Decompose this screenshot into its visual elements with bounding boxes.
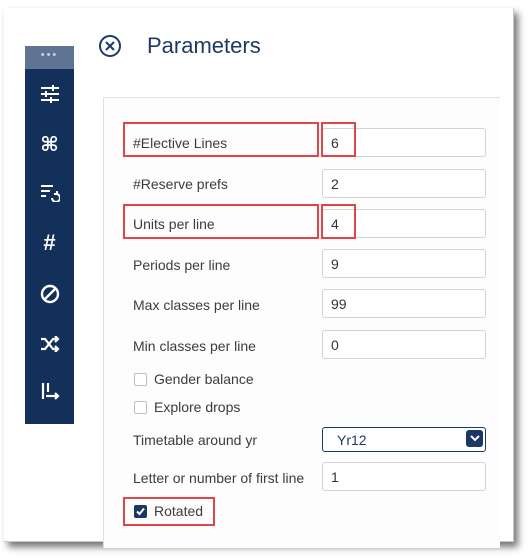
explore-drops-label: Explore drops (154, 399, 241, 415)
periods-per-line-input[interactable]: 9 (322, 249, 486, 278)
first-line-input[interactable]: 1 (322, 462, 486, 491)
timetable-around-select[interactable]: Yr12 (322, 427, 486, 452)
close-button[interactable] (99, 35, 121, 57)
close-icon (105, 41, 115, 51)
highlight-box (123, 497, 215, 526)
sort-swap-icon[interactable] (25, 379, 74, 405)
max-classes-input[interactable]: 99 (322, 289, 486, 318)
reserve-prefs-input[interactable]: 2 (322, 169, 486, 198)
timetable-around-label: Timetable around yr (133, 432, 257, 448)
gender-balance-checkbox[interactable] (134, 373, 147, 386)
sidebar: ••• ⌘ # (25, 46, 74, 424)
min-classes-label: Min classes per line (133, 338, 256, 354)
max-classes-label: Max classes per line (133, 297, 260, 313)
highlight-box (123, 122, 319, 157)
shuffle-icon[interactable] (25, 331, 74, 357)
first-line-label: Letter or number of first line (133, 470, 305, 486)
reserve-prefs-label: #Reserve prefs (133, 176, 228, 192)
highlight-box (321, 204, 356, 239)
timetable-around-value: Yr12 (337, 431, 367, 448)
list-refresh-icon[interactable] (25, 180, 74, 206)
highlight-box (123, 204, 319, 239)
sidebar-grip[interactable]: ••• (25, 46, 74, 69)
gender-balance-label: Gender balance (154, 371, 254, 387)
periods-per-line-label: Periods per line (133, 257, 231, 273)
highlight-box (321, 122, 356, 157)
hash-icon[interactable]: # (25, 230, 74, 256)
page-title: Parameters (147, 33, 261, 58)
min-classes-input[interactable]: 0 (322, 330, 486, 359)
sliders-icon[interactable] (25, 81, 74, 107)
chevron-down-icon[interactable] (466, 430, 483, 447)
no-symbol-icon[interactable] (25, 281, 74, 307)
command-icon[interactable]: ⌘ (25, 131, 74, 157)
explore-drops-checkbox[interactable] (134, 401, 147, 414)
